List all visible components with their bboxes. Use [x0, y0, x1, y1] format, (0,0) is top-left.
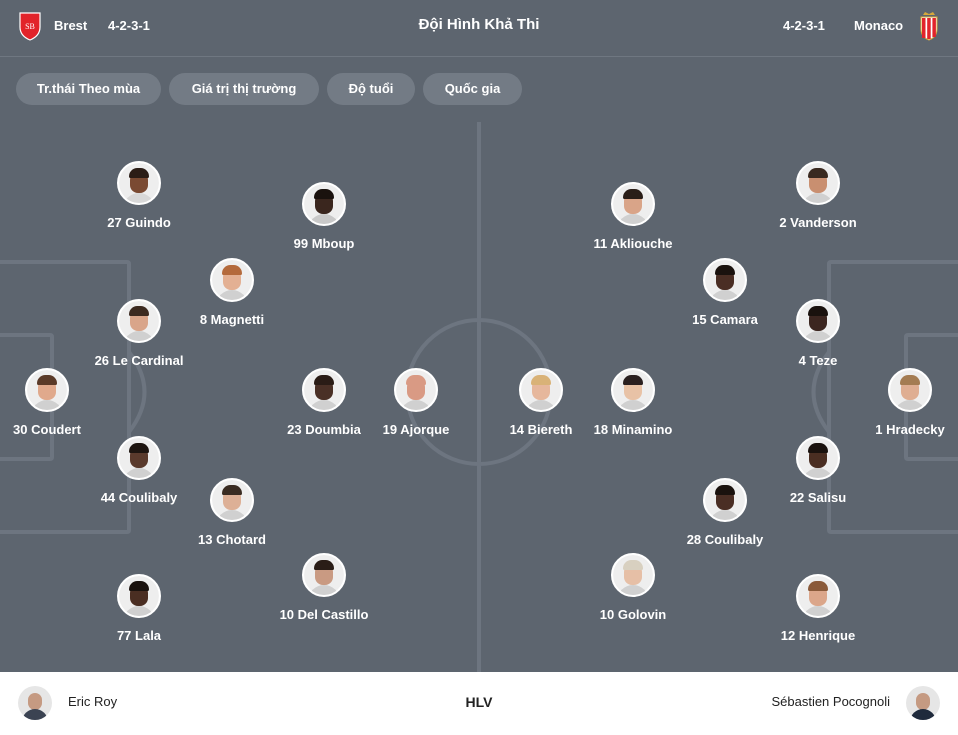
player-name: 27 Guindo: [107, 215, 171, 230]
player-avatar: [611, 553, 655, 597]
player-card[interactable]: 14 Biereth: [491, 368, 591, 438]
player-avatar: [117, 574, 161, 618]
player-name: 30 Coudert: [13, 422, 81, 437]
player-name: 4 Teze: [798, 353, 838, 368]
player-name: 13 Chotard: [198, 532, 266, 547]
away-coach-avatar[interactable]: [906, 686, 940, 720]
player-card[interactable]: 44 Coulibaly: [89, 436, 189, 506]
player-name: 2 Vanderson: [779, 215, 857, 230]
player-card[interactable]: 8 Magnetti: [182, 258, 282, 328]
player-avatar: [210, 478, 254, 522]
player-name: 14 Biereth: [509, 422, 573, 437]
player-avatar: [117, 436, 161, 480]
player-name: 99 Mboup: [293, 236, 355, 251]
filter-age[interactable]: Độ tuổi: [327, 73, 415, 105]
player-name: 1 Hradecky: [875, 422, 945, 437]
player-avatar: [302, 553, 346, 597]
player-name: 19 Ajorque: [382, 422, 450, 437]
player-name: 26 Le Cardinal: [94, 353, 184, 368]
player-name: 10 Golovin: [599, 607, 667, 622]
player-name: 11 Akliouche: [593, 236, 673, 251]
player-name: 10 Del Castillo: [279, 607, 369, 622]
player-name: 8 Magnetti: [199, 312, 265, 327]
player-avatar: [25, 368, 69, 412]
player-card[interactable]: 12 Henrique: [768, 574, 868, 644]
player-avatar: [117, 299, 161, 343]
player-avatar: [302, 182, 346, 226]
player-card[interactable]: 18 Minamino: [583, 368, 683, 438]
coaches-bar: Eric Roy HLV Sébastien Pocognoli: [0, 672, 958, 735]
player-card[interactable]: 4 Teze: [768, 299, 868, 369]
player-card[interactable]: 10 Del Castillo: [274, 553, 374, 623]
player-card[interactable]: 27 Guindo: [89, 161, 189, 231]
player-avatar: [796, 299, 840, 343]
player-card[interactable]: 23 Doumbia: [274, 368, 374, 438]
player-card[interactable]: 99 Mboup: [274, 182, 374, 252]
player-name: 44 Coulibaly: [100, 490, 178, 505]
player-avatar: [210, 258, 254, 302]
away-formation: 4-2-3-1: [783, 18, 825, 33]
player-card[interactable]: 77 Lala: [89, 574, 189, 644]
player-card[interactable]: 1 Hradecky: [860, 368, 958, 438]
player-card[interactable]: 13 Chotard: [182, 478, 282, 548]
player-card[interactable]: 26 Le Cardinal: [89, 299, 189, 369]
player-avatar: [302, 368, 346, 412]
player-card[interactable]: 30 Coudert: [0, 368, 97, 438]
football-pitch: 27 Guindo 99 Mboup 8 Magnetti 26 Le Card…: [0, 122, 958, 672]
player-avatar: [703, 478, 747, 522]
filter-nationality[interactable]: Quốc gia: [423, 73, 522, 105]
filter-market-value[interactable]: Giá trị thị trường: [169, 73, 319, 105]
player-avatar: [796, 574, 840, 618]
filter-season-status[interactable]: Tr.thái Theo mùa: [16, 73, 161, 105]
player-card[interactable]: 22 Salisu: [768, 436, 868, 506]
player-avatar: [888, 368, 932, 412]
player-avatar: [519, 368, 563, 412]
player-name: 77 Lala: [116, 628, 162, 643]
monaco-crest-icon[interactable]: [917, 11, 941, 41]
player-name: 23 Doumbia: [287, 422, 361, 437]
player-card[interactable]: 15 Camara: [675, 258, 775, 328]
lineup-header: SB Brest 4-2-3-1 Đội Hình Khả Thi 4-2-3-…: [0, 0, 958, 57]
player-avatar: [611, 368, 655, 412]
player-name: 15 Camara: [692, 312, 758, 327]
player-avatar: [796, 436, 840, 480]
player-name: 22 Salisu: [789, 490, 847, 505]
player-card[interactable]: 28 Coulibaly: [675, 478, 775, 548]
filter-bar: Tr.thái Theo mùa Giá trị thị trường Độ t…: [0, 57, 958, 122]
player-card[interactable]: 19 Ajorque: [366, 368, 466, 438]
away-team-name[interactable]: Monaco: [854, 18, 903, 33]
player-name: 12 Henrique: [780, 628, 856, 643]
player-card[interactable]: 2 Vanderson: [768, 161, 868, 231]
player-card[interactable]: 11 Akliouche: [583, 182, 683, 252]
player-name: 18 Minamino: [593, 422, 673, 437]
player-avatar: [117, 161, 161, 205]
player-avatar: [611, 182, 655, 226]
player-name: 28 Coulibaly: [686, 532, 764, 547]
player-avatar: [796, 161, 840, 205]
player-avatar: [703, 258, 747, 302]
player-card[interactable]: 10 Golovin: [583, 553, 683, 623]
away-coach-name[interactable]: Sébastien Pocognoli: [771, 694, 890, 709]
player-avatar: [394, 368, 438, 412]
